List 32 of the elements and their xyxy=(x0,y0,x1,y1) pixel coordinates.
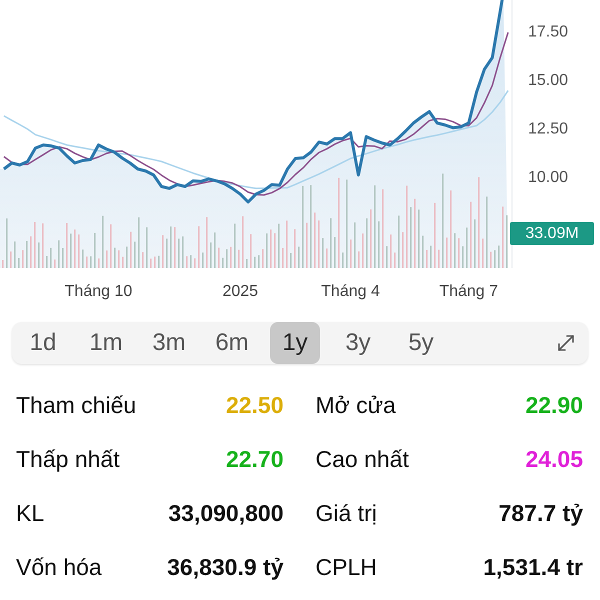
timeframe-tab[interactable]: 3m xyxy=(144,322,194,364)
timeframe-tab[interactable]: 5y xyxy=(396,322,446,364)
x-axis-label: Tháng 10 xyxy=(64,283,132,300)
x-axis-label: Tháng 7 xyxy=(439,283,498,300)
volume-badge: 33.09M xyxy=(510,222,594,245)
stat-value: 22.70 xyxy=(226,446,284,472)
stat-label: KL xyxy=(16,500,44,526)
stat-label: Thấp nhất xyxy=(16,446,120,472)
stat-value: 22.50 xyxy=(226,392,284,418)
timeframe-tab[interactable]: 1d xyxy=(18,322,68,364)
stat-label: Vốn hóa xyxy=(16,554,102,580)
y-axis-label: 17.50 xyxy=(528,23,568,40)
stat-value: 33,090,800 xyxy=(168,500,284,526)
timeframe-tab[interactable]: 6m xyxy=(207,322,257,364)
timeframe-tab[interactable]: 1m xyxy=(81,322,131,364)
stat-value: 1,531.4 tr xyxy=(483,554,583,580)
y-axis-label: 10.00 xyxy=(528,169,568,186)
x-axis-label: 2025 xyxy=(222,283,258,300)
timeframe-tab[interactable]: 1y xyxy=(270,322,320,364)
stat-label: CPLH xyxy=(316,554,377,580)
y-axis-label: 12.50 xyxy=(528,120,568,138)
x-axis-label: Tháng 4 xyxy=(321,283,380,300)
stat-label: Tham chiếu xyxy=(16,392,136,418)
y-axis-label: 15.00 xyxy=(528,72,568,89)
stat-label: Cao nhất xyxy=(316,446,409,472)
stat-value: 22.90 xyxy=(525,392,583,418)
timeframe-tab[interactable]: 3y xyxy=(333,322,383,364)
stat-label: Mở cửa xyxy=(316,392,396,418)
stat-label: Giá trị xyxy=(316,500,377,526)
stat-value: 36,830.9 tỷ xyxy=(167,554,284,580)
stat-value: 24.05 xyxy=(525,446,583,472)
stat-value: 787.7 tỷ xyxy=(498,500,583,526)
